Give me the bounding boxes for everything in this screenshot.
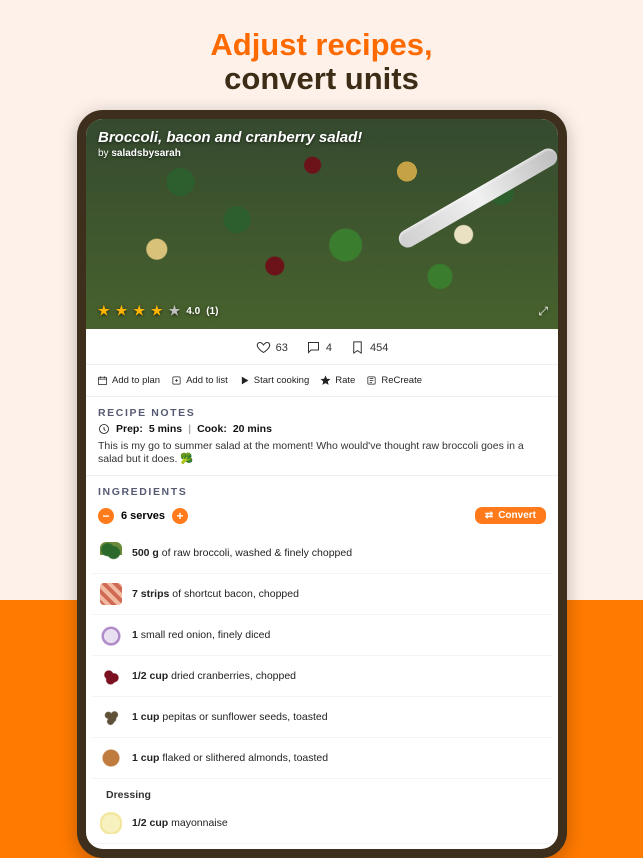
action-bar: Add to plan Add to list Start cooking Ra…	[86, 365, 558, 397]
device-frame: Broccoli, bacon and cranberry salad! by …	[77, 110, 567, 858]
ingredient-text: small red onion, finely diced	[138, 629, 271, 641]
calendar-icon	[97, 375, 108, 386]
broccoli-icon	[100, 542, 122, 564]
dressing-heading: Dressing	[92, 779, 552, 803]
ingredient-qty: 500 g	[132, 547, 159, 559]
bacon-icon	[100, 583, 122, 605]
recreate-button[interactable]: ReCreate	[365, 373, 423, 388]
clock-icon	[98, 423, 110, 435]
rating-value: 4.0	[186, 306, 200, 317]
expand-icon[interactable]: ⤢	[538, 304, 548, 319]
increase-servings-button[interactable]	[172, 508, 188, 524]
ingredient-row[interactable]: 500 g of raw broccoli, washed & finely c…	[92, 533, 552, 574]
mayonnaise-icon	[100, 812, 122, 834]
star-icon: ★	[133, 303, 145, 319]
ingredient-qty: 1 cup	[132, 752, 159, 764]
comment-icon	[306, 340, 321, 355]
cook-value: 20 mins	[233, 423, 272, 435]
onion-icon	[100, 624, 122, 646]
promo-line-2: convert units	[224, 61, 419, 96]
recipe-hero-image[interactable]: Broccoli, bacon and cranberry salad! by …	[86, 119, 558, 329]
play-icon	[239, 375, 250, 386]
star-icon: ★	[151, 303, 163, 319]
star-icon: ★	[116, 303, 128, 319]
list-add-icon	[171, 375, 182, 386]
ingredient-text: pepitas or sunflower seeds, toasted	[159, 711, 327, 723]
rating-row[interactable]: ★ ★ ★ ★ ★ 4.0 (1)	[98, 303, 218, 319]
star-icon: ★	[98, 303, 110, 319]
like-button[interactable]: 63	[256, 340, 288, 355]
ingredient-row[interactable]: 1 cup pepitas or sunflower seeds, toaste…	[92, 697, 552, 738]
recipe-notes-text: This is my go to summer salad at the mom…	[98, 440, 546, 465]
recipe-title: Broccoli, bacon and cranberry salad!	[98, 129, 546, 146]
decrease-servings-button[interactable]	[98, 508, 114, 524]
ingredient-qty: 1 cup	[132, 711, 159, 723]
ingredient-text: mayonnaise	[168, 817, 228, 829]
start-cooking-button[interactable]: Start cooking	[238, 373, 310, 388]
ingredient-row[interactable]: 7 strips of shortcut bacon, chopped	[92, 574, 552, 615]
promo-line-1: Adjust recipes,	[0, 28, 643, 62]
rate-button[interactable]: Rate	[319, 373, 356, 388]
ingredient-row[interactable]: 1/2 cup dried cranberries, chopped	[92, 656, 552, 697]
recipe-notes-heading: RECIPE NOTES	[86, 397, 558, 423]
ingredient-row[interactable]: 1/2 cup mayonnaise	[92, 803, 552, 844]
save-button[interactable]: 454	[350, 340, 388, 355]
time-meta: Prep: 5 mins | Cook: 20 mins	[98, 423, 546, 435]
ingredient-qty: 7 strips	[132, 588, 169, 600]
cranberry-icon	[100, 665, 122, 687]
recreate-icon	[366, 375, 377, 386]
cook-label: Cook:	[197, 423, 227, 435]
ingredient-row[interactable]: 1 cup flaked or slithered almonds, toast…	[92, 738, 552, 779]
ingredient-qty: 1/2 cup	[132, 670, 168, 682]
ingredient-text: of shortcut bacon, chopped	[169, 588, 299, 600]
engagement-bar: 63 4 454	[86, 329, 558, 365]
prep-value: 5 mins	[149, 423, 182, 435]
likes-count: 63	[276, 342, 288, 354]
ingredient-row[interactable]: 1 small red onion, finely diced	[92, 615, 552, 656]
seeds-icon	[100, 706, 122, 728]
saves-count: 454	[370, 342, 388, 354]
convert-units-button[interactable]: Convert	[475, 507, 546, 524]
bookmark-icon	[350, 340, 365, 355]
recipe-author[interactable]: by saladsbysarah	[98, 148, 546, 159]
rating-count: (1)	[206, 306, 218, 317]
ingredient-text: flaked or slithered almonds, toasted	[159, 752, 328, 764]
star-icon	[320, 375, 331, 386]
add-to-plan-button[interactable]: Add to plan	[96, 373, 161, 388]
comment-button[interactable]: 4	[306, 340, 332, 355]
prep-label: Prep:	[116, 423, 143, 435]
ingredients-heading: INGREDIENTS	[86, 476, 558, 502]
promo-headline: Adjust recipes, convert units	[0, 0, 643, 110]
comments-count: 4	[326, 342, 332, 354]
heart-icon	[256, 340, 271, 355]
add-to-list-button[interactable]: Add to list	[170, 373, 229, 388]
ingredient-text: of raw broccoli, washed & finely chopped	[159, 547, 352, 559]
almond-icon	[97, 744, 125, 772]
ingredient-text: dried cranberries, chopped	[168, 670, 296, 682]
ingredient-qty: 1/2 cup	[132, 817, 168, 829]
servings-label: 6 serves	[121, 510, 165, 522]
star-icon: ★	[169, 303, 181, 319]
